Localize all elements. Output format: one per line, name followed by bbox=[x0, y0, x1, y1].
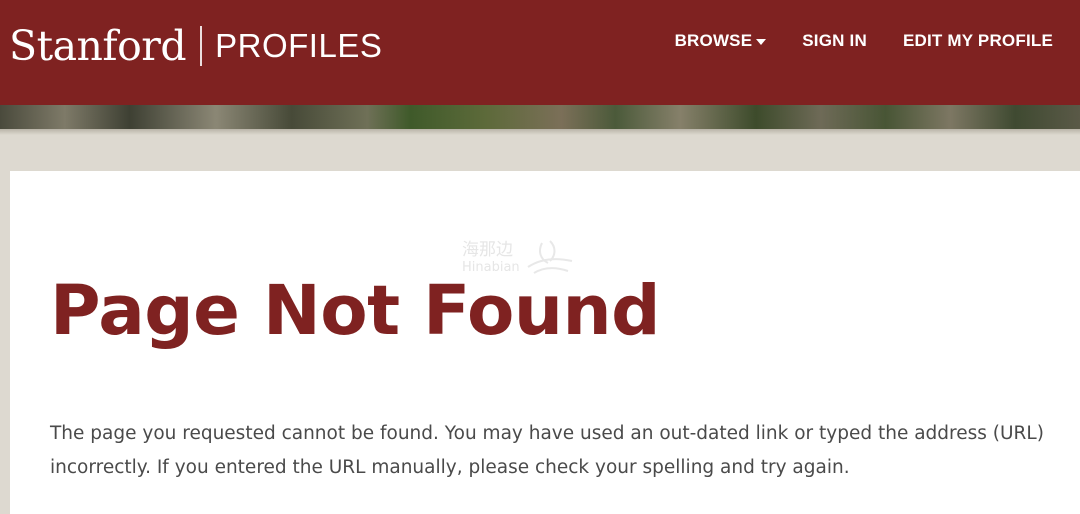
main-nav: BROWSE SIGN IN EDIT MY PROFILE bbox=[675, 30, 1053, 52]
header-photo-banner bbox=[0, 105, 1080, 129]
brand-subtitle: PROFILES bbox=[215, 27, 383, 64]
site-header: Stanford PROFILES BROWSE SIGN IN EDIT MY… bbox=[0, 0, 1080, 105]
nav-sign-in-label: SIGN IN bbox=[802, 31, 867, 50]
error-message: The page you requested cannot be found. … bbox=[50, 423, 1044, 478]
banner-shadow bbox=[0, 129, 1080, 135]
nav-browse-label: BROWSE bbox=[674, 31, 753, 50]
page-title: Page Not Found bbox=[50, 271, 661, 351]
caret-down-icon bbox=[756, 38, 767, 45]
content-card: 海那边 Hinabian Page Not Found The page you… bbox=[10, 171, 1080, 514]
nav-edit-my-profile[interactable]: EDIT MY PROFILE bbox=[903, 30, 1053, 52]
nav-browse[interactable]: BROWSE bbox=[675, 30, 767, 52]
site-logo[interactable]: Stanford PROFILES bbox=[9, 22, 382, 70]
watermark-text: 海那边 bbox=[462, 240, 513, 260]
nav-sign-in[interactable]: SIGN IN bbox=[802, 30, 867, 52]
brand-name: Stanford bbox=[9, 22, 187, 70]
nav-edit-profile-label: EDIT MY PROFILE bbox=[902, 31, 1053, 50]
brand-divider bbox=[200, 26, 203, 66]
